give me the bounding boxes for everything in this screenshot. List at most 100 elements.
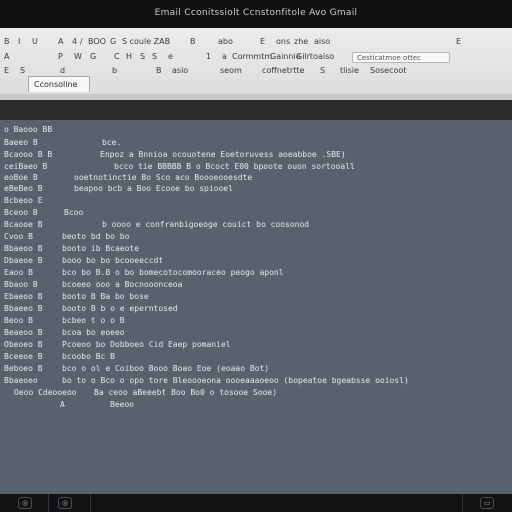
line-label: Beboeo B xyxy=(4,364,43,373)
ribbon-item[interactable]: aiso xyxy=(314,37,330,46)
line-label: o Baooo BB xyxy=(4,125,53,134)
line-value: b oooo e confranbigoeoge couict bo cooso… xyxy=(102,220,310,229)
status-bar: ◎ ◎ ▭ xyxy=(0,494,512,512)
line-value: Pcoeoo bo Dobboeo Cid Eaep pomaniel xyxy=(62,340,231,349)
ribbon-item[interactable]: B xyxy=(4,37,10,46)
ribbon-item[interactable]: I xyxy=(18,37,20,46)
line-value: beapoo bcb a Boo Ecooe bo spiooel xyxy=(74,184,233,193)
ribbon-item[interactable]: d xyxy=(60,66,65,75)
line-value: booo bo bo bcooeeccdt xyxy=(62,256,164,265)
ribbon-item[interactable]: Gilrto xyxy=(296,52,318,61)
line-value: Enpoz a Bnnioa ocouotene Eoetoruvess aoe… xyxy=(100,150,346,159)
ribbon-item[interactable]: S xyxy=(140,52,145,61)
line-label: Bcaooe B xyxy=(4,220,43,229)
line-label: A xyxy=(60,400,65,409)
line-label: Bbaeeo B xyxy=(4,304,43,313)
line-value: Bcoo xyxy=(64,208,84,217)
ribbon-item[interactable]: G xyxy=(110,37,116,46)
ribbon-item[interactable]: Sosecoot xyxy=(370,66,406,75)
line-label: Dbaeoe B xyxy=(4,256,43,265)
ribbon-item[interactable]: H xyxy=(126,52,132,61)
line-value: bcoeeo ooo a Bocnooonceoa xyxy=(62,280,183,289)
line-value: bco bo B.B o bo bomecotocomooraceo peogo… xyxy=(62,268,284,277)
line-label: Bcaooo B B xyxy=(4,150,53,159)
line-value: Ba ceoo aBeeebt Boo Bo0 o tosooe Sooe) xyxy=(94,388,278,397)
line-value: bcbeo t o o B xyxy=(62,316,125,325)
ribbon-toolbar: B I U A 4 / BOO G S coule ZAB B abo E on… xyxy=(0,28,512,101)
ribbon-item[interactable]: BOO xyxy=(88,37,106,46)
status-window-icon[interactable]: ▭ xyxy=(480,497,494,509)
line-value: Beeoo xyxy=(110,400,135,409)
line-label: Bceeoe B xyxy=(4,352,43,361)
ribbon-item[interactable]: a xyxy=(222,52,227,61)
window-title: Email Cconitssiolt Ccnstonfitole Avo Gma… xyxy=(154,8,358,18)
ribbon-item[interactable]: A xyxy=(58,37,63,46)
ribbon-item[interactable]: / xyxy=(80,37,83,46)
line-value: bce. xyxy=(102,138,122,147)
line-value: bcoa bo eoeeo xyxy=(62,328,125,337)
status-divider xyxy=(48,494,49,512)
ribbon-item[interactable]: S xyxy=(320,66,325,75)
line-label: eBeBeo B xyxy=(4,184,43,193)
ribbon-item[interactable]: aiso xyxy=(318,52,334,61)
line-value: bcco tie BBBBB B o Bcoct E00 bpoote ouon… xyxy=(114,162,355,171)
ribbon-item[interactable]: A xyxy=(4,52,9,61)
ribbon-item[interactable]: P xyxy=(58,52,63,61)
ribbon-item[interactable]: B xyxy=(156,66,162,75)
line-label: Bceoo B xyxy=(4,208,38,217)
line-label: Baeeo B xyxy=(4,138,38,147)
ribbon-item[interactable]: 1 xyxy=(206,52,211,61)
document-content[interactable]: o Baooo BB Baeeo B bce. Bcaooo B B Enpoz a… xyxy=(0,120,512,494)
ribbon-item[interactable]: S coule ZAB xyxy=(122,37,170,46)
status-home-icon[interactable]: ◎ xyxy=(18,497,32,509)
line-label: eoBoe B xyxy=(4,173,38,182)
ribbon-item[interactable]: E xyxy=(456,37,461,46)
line-label: Oeoo Cdeooeoo xyxy=(14,388,77,397)
line-label: Bbaeoeo xyxy=(4,376,38,385)
line-value: booto ib Bcaeote xyxy=(62,244,140,253)
ribbon-item[interactable]: B xyxy=(190,37,196,46)
ribbon-item[interactable]: E xyxy=(260,37,265,46)
line-label: Obeoeo B xyxy=(4,340,43,349)
ribbon-item[interactable]: seom xyxy=(220,66,242,75)
ribbon-item[interactable]: 4 xyxy=(72,37,77,46)
line-label: Bcbeoo E xyxy=(4,196,43,205)
ribbon-item[interactable]: b xyxy=(112,66,117,75)
ribbon-item[interactable]: E xyxy=(4,66,9,75)
ribbon-item[interactable]: U xyxy=(32,37,38,46)
ribbon-divider xyxy=(0,100,512,120)
status-circle-icon[interactable]: ◎ xyxy=(58,497,72,509)
ribbon-item[interactable]: e xyxy=(168,52,173,61)
ribbon-item[interactable]: S xyxy=(152,52,157,61)
line-value: bcoobo Bc B xyxy=(62,352,115,361)
line-label: Ebaeoo B xyxy=(4,292,43,301)
line-label: Bbaoo B xyxy=(4,280,38,289)
ribbon-row-1: B I U A 4 / BOO G S coule ZAB B abo E on… xyxy=(0,37,512,51)
ribbon-item[interactable]: W xyxy=(74,52,82,61)
document-tab[interactable]: Cconsoline xyxy=(28,76,90,92)
status-divider xyxy=(90,494,91,512)
ribbon-item[interactable]: coffnetrtte xyxy=(262,66,304,75)
ribbon-item[interactable]: tlisie xyxy=(340,66,359,75)
ribbon-item[interactable]: asio xyxy=(172,66,188,75)
title-bar: Email Cconitssiolt Ccnstonfitole Avo Gma… xyxy=(0,0,512,28)
line-value: bo to o Bco o opo tore Bleoooeona oooeaa… xyxy=(62,376,409,385)
ribbon-item[interactable]: ons xyxy=(276,37,290,46)
line-label: Beoo B xyxy=(4,316,33,325)
line-value: bco o ol e Coiboo Booo Boao Eoe (eoaao B… xyxy=(62,364,270,373)
line-value: booto B Ba bo bose xyxy=(62,292,149,301)
ribbon-item[interactable]: Cormmtm xyxy=(232,52,272,61)
ribbon-search-input[interactable]: Cesticatmoe ottec xyxy=(352,52,450,63)
ribbon-item[interactable]: S xyxy=(20,66,25,75)
ribbon-item[interactable]: C xyxy=(114,52,120,61)
line-label: Beaeoo B xyxy=(4,328,43,337)
line-label: Eaoo B xyxy=(4,268,33,277)
line-label: Bbaeoo B xyxy=(4,244,43,253)
ribbon-item[interactable]: G xyxy=(90,52,96,61)
line-value: booto B b o e eperntosed xyxy=(62,304,178,313)
ribbon-item[interactable]: abo xyxy=(218,37,233,46)
line-value: ooetnotinctie Bo Sco aco Boooeooesdte xyxy=(74,173,253,182)
status-divider xyxy=(462,494,463,512)
line-label: ceiBaeo B xyxy=(4,162,48,171)
ribbon-item[interactable]: zhe xyxy=(294,37,308,46)
